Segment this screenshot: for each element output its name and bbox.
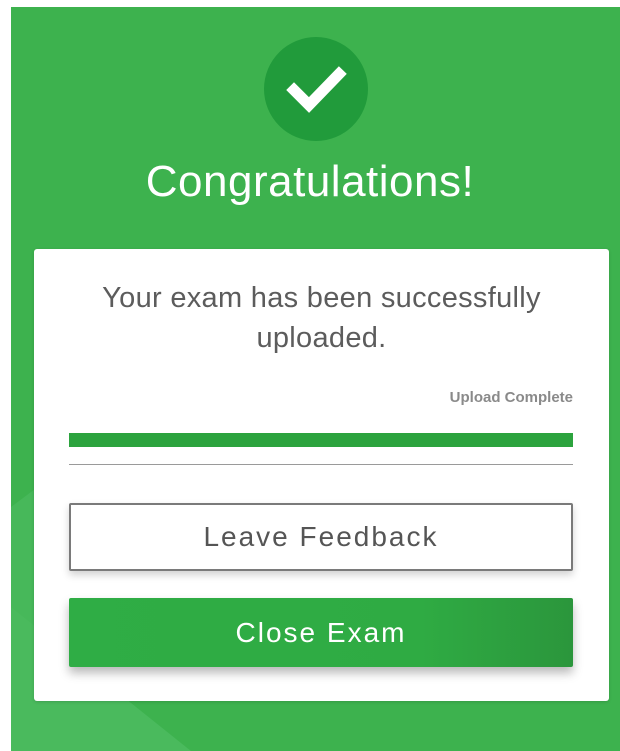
close-exam-button[interactable]: Close Exam bbox=[69, 598, 573, 667]
exam-upload-screen: Congratulations! Your exam has been succ… bbox=[0, 0, 620, 751]
upload-message: Your exam has been successfully uploaded… bbox=[102, 282, 541, 354]
upload-result-card: Your exam has been successfully uploaded… bbox=[34, 249, 609, 701]
divider bbox=[69, 464, 573, 465]
upload-status-label: Upload Complete bbox=[449, 389, 573, 406]
check-icon bbox=[286, 66, 347, 113]
upload-progress-fill bbox=[69, 433, 573, 447]
page-title: Congratulations! bbox=[145, 157, 475, 206]
success-check-badge bbox=[264, 37, 368, 141]
upload-progress-bar bbox=[69, 433, 573, 447]
leave-feedback-button[interactable]: Leave Feedback bbox=[69, 503, 573, 571]
